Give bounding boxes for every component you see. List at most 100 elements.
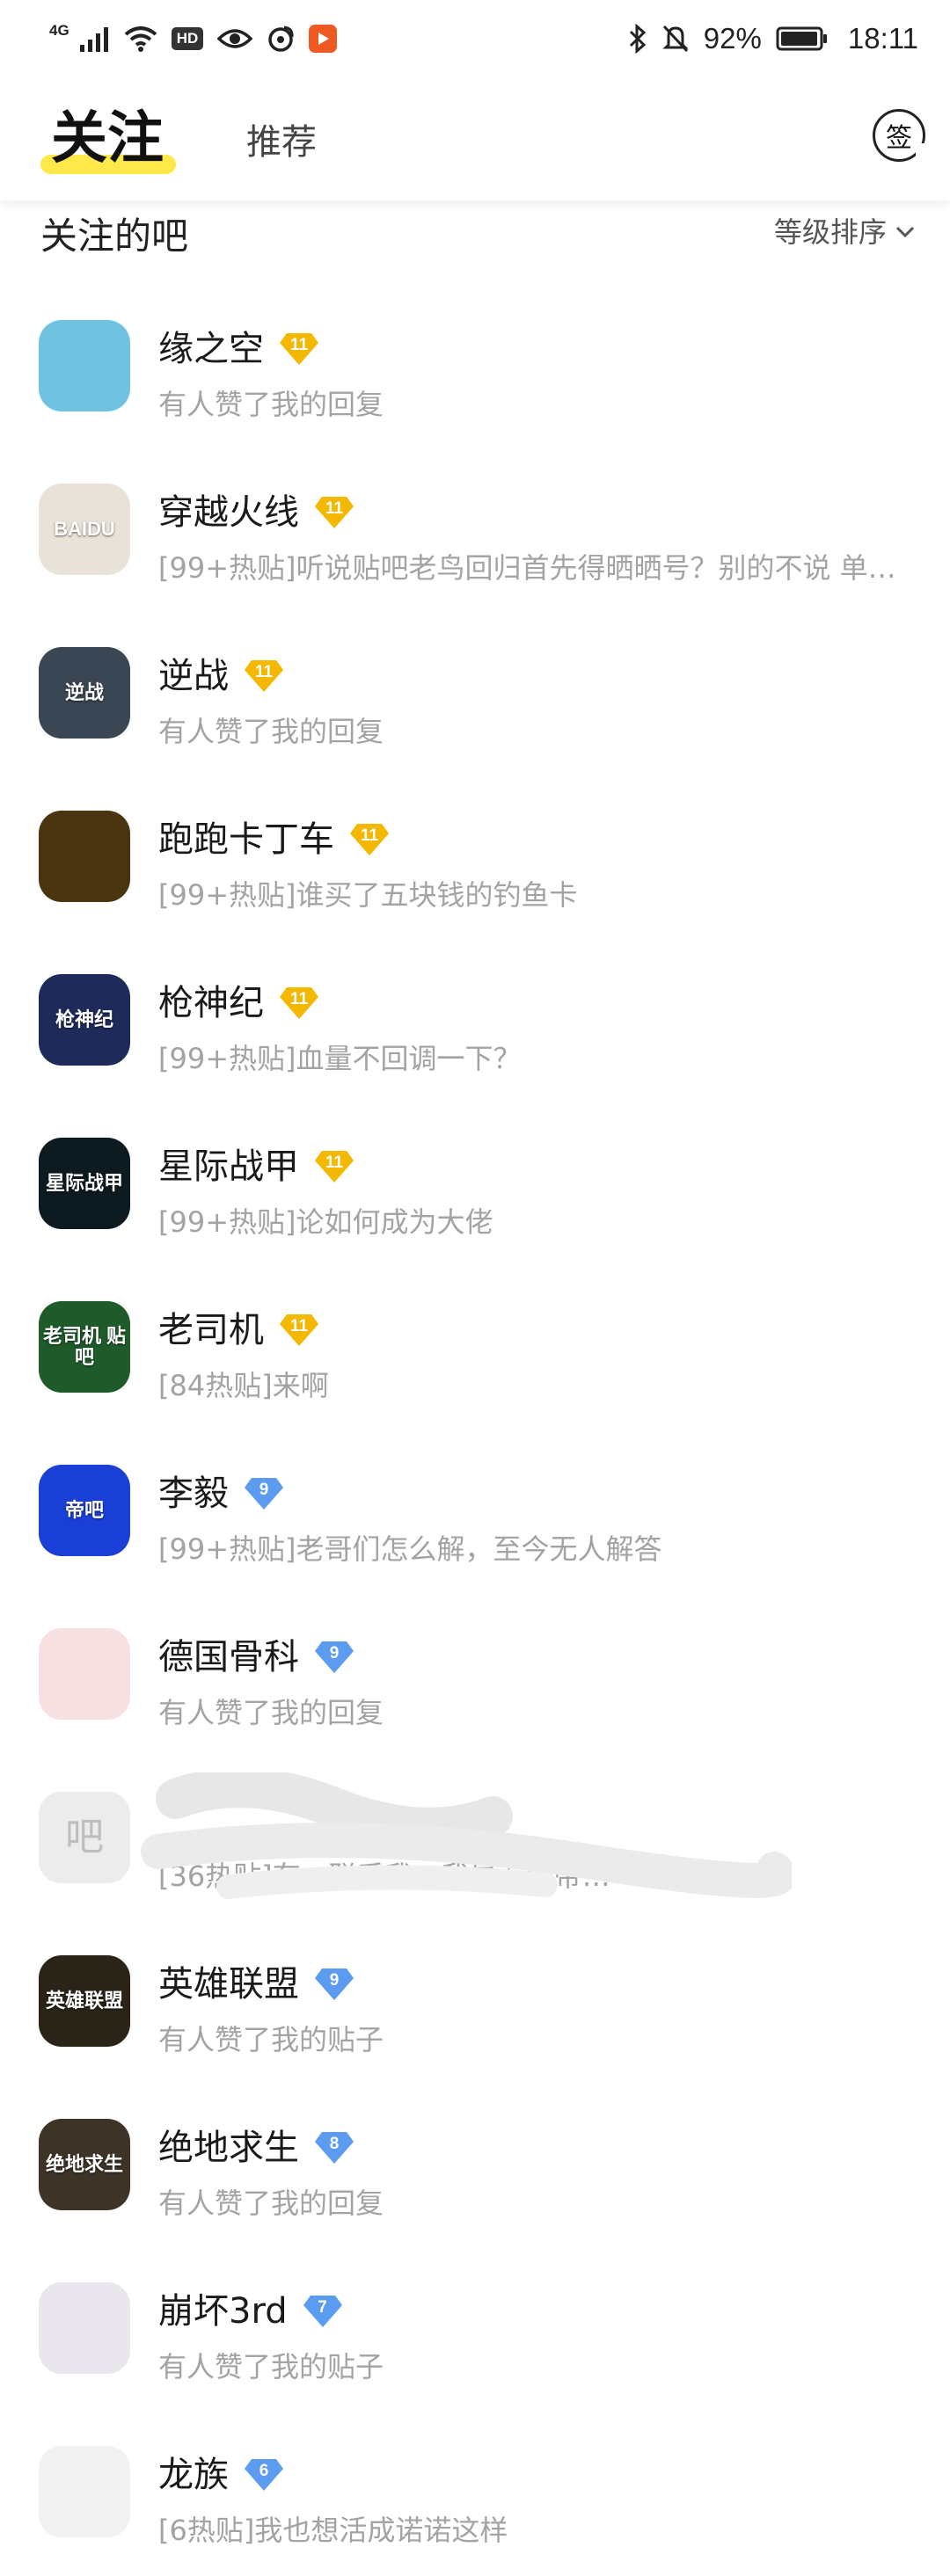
forum-list-item[interactable]: BAIDU 穿越火线 11 [99+热贴]听说贴吧老鸟回归首先得晒晒号？别的不说 单… <box>0 450 950 614</box>
level-badge-icon: 7 <box>302 2293 344 2330</box>
forum-avatar: 吧 <box>39 1792 130 1883</box>
forum-list-item[interactable]: 崩坏3rd 7 有人赞了我的贴子 <box>0 2249 950 2412</box>
forum-title-row: 李毅 9 <box>158 1475 285 1512</box>
level-badge-icon: 11 <box>313 494 355 531</box>
followed-forums-list: 缘之空 11 有人赞了我的回复 BAIDU 穿越火线 11 [99+热贴]听说贴吧老鸟回归首… <box>0 287 950 2576</box>
forum-list-item[interactable]: 帝吧 李毅 9 [99+热贴]老哥们怎么解，至今无人解答 <box>0 1431 950 1595</box>
level-badge-icon: 11 <box>278 1312 320 1349</box>
level-number: 8 <box>329 2135 340 2153</box>
forum-title-row: 穿越火线 11 <box>158 494 355 531</box>
forum-name: 李毅 <box>158 1474 229 1514</box>
level-number: 7 <box>318 2298 327 2317</box>
section-title: 关注的吧 <box>40 215 189 258</box>
network-type: 4G <box>49 21 69 39</box>
forum-avatar <box>39 320 130 411</box>
forum-avatar-caption: 英雄联盟 <box>45 1989 123 2012</box>
status-left: 4G HD <box>49 21 338 53</box>
forum-name: 星际战甲 <box>158 1146 299 1187</box>
forum-latest-activity: 有人赞了我的回复 <box>158 390 384 418</box>
forum-title-row: 英雄联盟 9 <box>158 1966 355 2003</box>
forum-name: 绝地求生 <box>158 2128 299 2168</box>
forum-latest-activity: [99+热贴]谁买了五块钱的钓鱼卡 <box>158 881 578 909</box>
level-badge-icon: 9 <box>313 1966 355 2003</box>
forum-list-item[interactable]: 龙族 6 [6热贴]我也想活成诺诺这样 <box>0 2412 950 2576</box>
forum-title-row: 星际战甲 11 <box>158 1148 355 1185</box>
forum-name: 崩坏3rd <box>158 2291 288 2332</box>
level-number: 6 <box>259 2462 269 2480</box>
hd-icon: HD <box>171 27 204 50</box>
forum-title-row: 崩坏3rd 7 <box>158 2293 344 2330</box>
forum-latest-activity: [6热贴]我也想活成诺诺这样 <box>158 2516 508 2544</box>
wifi-icon <box>124 26 157 52</box>
forum-avatar-caption: 吧 <box>65 1815 104 1859</box>
level-badge-icon: 11 <box>278 331 320 367</box>
level-number: 11 <box>289 990 309 1008</box>
forum-avatar: 英雄联盟 <box>39 1955 130 2047</box>
chevron-down-icon <box>895 226 915 238</box>
level-badge-icon: 9 <box>313 1639 355 1676</box>
level-number: 11 <box>325 499 344 518</box>
forum-latest-activity: [84热贴]来啊 <box>158 1372 329 1400</box>
forum-avatar <box>39 1628 130 1720</box>
forum-name: 缘之空 <box>158 329 264 369</box>
level-number: 9 <box>329 1644 340 1663</box>
level-badge-icon: 11 <box>278 985 320 1022</box>
forum-avatar-caption: 老司机 贴吧 <box>42 1324 127 1368</box>
forum-avatar: 枪神纪 <box>39 974 130 1066</box>
battery-percent: 92% <box>703 22 762 55</box>
forum-avatar-caption: 逆战 <box>64 680 104 703</box>
forum-list-item[interactable]: 跑跑卡丁车 11 [99+热贴]谁买了五块钱的钓鱼卡 <box>0 777 950 941</box>
forum-list-item[interactable]: 英雄联盟 英雄联盟 9 有人赞了我的贴子 <box>0 1922 950 2085</box>
forum-avatar: 逆战 <box>39 647 130 739</box>
forum-list-item[interactable]: 逆战 逆战 11 有人赞了我的回复 <box>0 614 950 777</box>
forum-title-row: 跑跑卡丁车 11 <box>158 821 391 858</box>
forum-latest-activity: 有人赞了我的回复 <box>158 1699 384 1727</box>
forum-list-item[interactable]: 绝地求生 绝地求生 8 有人赞了我的回复 <box>0 2085 950 2249</box>
level-badge-icon: 11 <box>313 1148 355 1185</box>
forum-name: 逆战 <box>158 656 229 696</box>
forum-title-row: 德国骨科 9 <box>158 1639 355 1676</box>
forum-list-item[interactable]: 缘之空 11 有人赞了我的回复 <box>0 287 950 450</box>
forum-list-item[interactable]: 枪神纪 枪神纪 11 [99+热贴]血量不回调一下？ <box>0 941 950 1104</box>
forum-avatar: 星际战甲 <box>39 1138 130 1229</box>
forum-list-item[interactable]: 吧 [36热贴]有…联系我，我是专门带… <box>0 1758 950 1922</box>
video-app-icon <box>309 25 338 53</box>
forum-avatar: 老司机 贴吧 <box>39 1301 130 1393</box>
level-badge-icon: 11 <box>348 821 391 858</box>
level-number: 11 <box>360 826 379 845</box>
signal-icon <box>79 27 108 52</box>
forum-title-row: 枪神纪 11 <box>158 985 320 1022</box>
forum-latest-activity: [99+热贴]论如何成为大佬 <box>158 1208 493 1236</box>
weibo-icon <box>268 25 294 52</box>
forum-title-row: 龙族 6 <box>158 2456 285 2493</box>
forum-avatar <box>39 2282 130 2374</box>
level-badge-icon: 6 <box>243 2456 285 2493</box>
battery-icon <box>776 26 827 51</box>
forum-latest-activity: [99+热贴]血量不回调一下？ <box>158 1044 522 1073</box>
forum-avatar-caption: 绝地求生 <box>45 2152 123 2175</box>
forum-avatar-caption: 帝吧 <box>64 1498 104 1521</box>
forum-avatar-caption: BAIDU <box>54 517 115 540</box>
forum-avatar <box>39 2446 130 2537</box>
level-number: 11 <box>289 1317 309 1335</box>
forum-name: 英雄联盟 <box>158 1964 299 2005</box>
forum-list-item[interactable]: 星际战甲 星际战甲 11 [99+热贴]论如何成为大佬 <box>0 1104 950 1268</box>
forum-list-item[interactable]: 老司机 贴吧 老司机 11 [84热贴]来啊 <box>0 1268 950 1431</box>
sort-dropdown[interactable]: 等级排序 <box>774 218 915 246</box>
forum-avatar: 帝吧 <box>39 1465 130 1556</box>
top-tab-bar: 关注 推荐 签 <box>0 77 950 200</box>
forum-latest-activity: 有人赞了我的回复 <box>158 2189 384 2217</box>
eye-icon <box>217 29 253 48</box>
tab-following[interactable]: 关注 <box>51 111 164 167</box>
mute-bell-icon <box>662 25 689 53</box>
forum-avatar: 绝地求生 <box>39 2119 130 2210</box>
forum-latest-activity: [99+热贴]听说贴吧老鸟回归首先得晒晒号？别的不说 单… <box>158 554 896 582</box>
redaction-scribble <box>141 1772 792 1899</box>
tab-recommend[interactable]: 推荐 <box>246 125 317 160</box>
level-number: 9 <box>259 1481 269 1499</box>
level-number: 11 <box>325 1153 344 1172</box>
sign-in-button[interactable]: 签 <box>873 109 930 162</box>
forum-list-item[interactable]: 德国骨科 9 有人赞了我的回复 <box>0 1595 950 1758</box>
forum-name: 德国骨科 <box>158 1637 299 1677</box>
forum-name: 枪神纪 <box>158 983 264 1023</box>
